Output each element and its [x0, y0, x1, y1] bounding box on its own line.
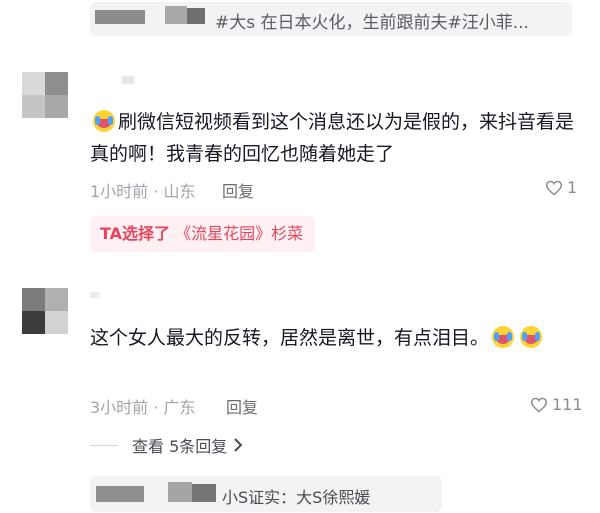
- avatar[interactable]: [22, 72, 68, 118]
- cry-emoji-icon: [492, 326, 515, 348]
- heart-outline-icon: [530, 397, 548, 413]
- reply-button[interactable]: 回复: [222, 178, 254, 202]
- expand-replies-button[interactable]: 查看 5条回复: [90, 433, 243, 457]
- blurred-username: [122, 76, 134, 84]
- expand-replies-label: 查看 5条回复: [132, 437, 228, 456]
- choice-tag-prefix: TA选择了: [100, 224, 171, 243]
- comment-text: 刷微信短视频看到这个消息还以为是假的，来抖音看是真的啊！我青春的回忆也随着她走了: [90, 111, 575, 165]
- divider: [90, 444, 118, 446]
- comment-meta: 1小时前 · 山东: [90, 182, 196, 201]
- comment-meta: 3小时前 · 广东: [90, 398, 196, 417]
- blurred-username: [90, 292, 100, 298]
- like-button[interactable]: 111: [530, 395, 583, 414]
- cry-emoji-icon: [93, 110, 115, 132]
- heart-outline-icon: [545, 180, 563, 196]
- choice-tag[interactable]: TA选择了 《流星花园》杉菜: [90, 216, 316, 252]
- blurred-username-bottom: [96, 480, 218, 506]
- blurred-username-top: [95, 6, 205, 26]
- comment-section: #大s 在日本火化，生前跟前夫#汪小菲... 刷微信短视频看到这个消息还以为是假…: [0, 0, 600, 513]
- like-count: 1: [567, 178, 578, 197]
- comment-body: 刷微信短视频看到这个消息还以为是假的，来抖音看是真的啊！我青春的回忆也随着她走了: [90, 106, 580, 170]
- comment-body: 这个女人最大的反转，居然是离世，有点泪目。: [90, 322, 580, 354]
- comment-text: 这个女人最大的反转，居然是离世，有点泪目。: [90, 327, 490, 349]
- chevron-right-icon: [234, 438, 243, 452]
- reply-button[interactable]: 回复: [226, 394, 258, 418]
- quoted-reply-text: 小S证实：大S徐熙媛: [222, 488, 371, 507]
- quoted-reply-text: #大s 在日本火化，生前跟前夫#汪小菲...: [215, 13, 529, 33]
- choice-tag-option: 《流星花园》杉菜: [175, 224, 304, 243]
- cry-emoji-icon: [520, 326, 543, 348]
- like-count: 111: [552, 395, 583, 414]
- avatar[interactable]: [22, 288, 68, 334]
- like-button[interactable]: 1: [545, 178, 577, 197]
